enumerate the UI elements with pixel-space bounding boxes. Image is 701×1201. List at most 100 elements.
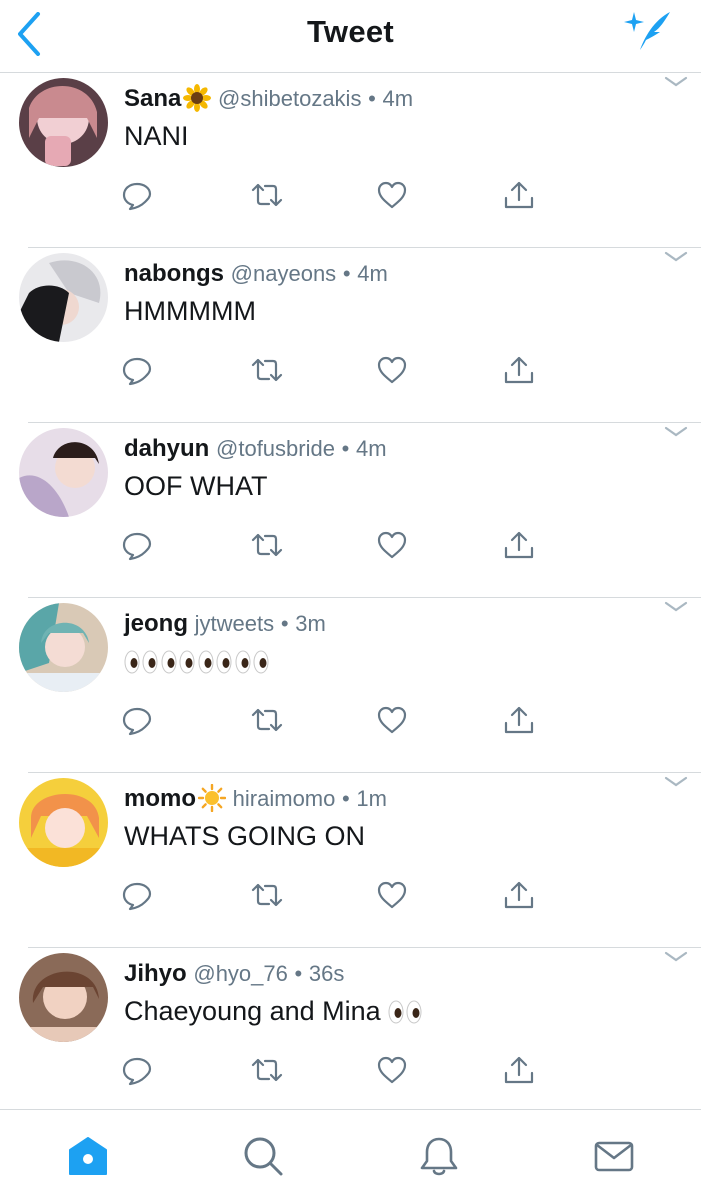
separator-dot: • xyxy=(341,436,350,461)
retweet-button[interactable] xyxy=(251,704,283,736)
timestamp: 3m xyxy=(295,611,326,636)
avatar[interactable] xyxy=(19,428,108,517)
display-name[interactable]: jeong xyxy=(124,610,188,637)
chevron-down-icon[interactable] xyxy=(664,600,688,614)
retweet-icon xyxy=(251,708,283,732)
display-name[interactable]: dahyun xyxy=(124,435,209,462)
reply-icon xyxy=(122,707,152,736)
tweet-item[interactable]: nabongs @nayeons • 4m HMMMMM xyxy=(0,248,701,423)
tweet-item[interactable]: jeong jytweets • 3m xyxy=(0,598,701,773)
retweet-icon xyxy=(251,183,283,207)
share-icon xyxy=(504,531,534,559)
user-handle[interactable]: jytweets xyxy=(195,611,274,636)
home-icon xyxy=(69,1137,107,1175)
chevron-down-icon[interactable] xyxy=(664,250,688,264)
retweet-button[interactable] xyxy=(251,529,283,561)
tweet-text: OOF WHAT xyxy=(124,471,268,501)
user-handle[interactable]: @shibetozakis xyxy=(218,86,361,111)
tab-search[interactable] xyxy=(241,1134,285,1178)
like-button[interactable] xyxy=(376,179,408,211)
sunflower-icon xyxy=(183,84,212,112)
display-name[interactable]: momo xyxy=(124,785,196,812)
reply-icon xyxy=(122,357,152,386)
chevron-down-icon[interactable] xyxy=(664,75,688,89)
like-button[interactable] xyxy=(376,1054,408,1086)
tweet-header: dahyun @tofusbride • 4m xyxy=(124,433,387,465)
like-button[interactable] xyxy=(376,354,408,386)
avatar[interactable] xyxy=(19,603,108,692)
display-name[interactable]: Jihyo xyxy=(124,960,187,987)
like-icon xyxy=(377,1056,407,1084)
display-name[interactable]: Sana xyxy=(124,85,181,112)
share-button[interactable] xyxy=(503,879,535,911)
tweet-header: momo hiraimomo • 1m xyxy=(124,783,387,815)
tweet-actions xyxy=(0,523,701,567)
retweet-button[interactable] xyxy=(251,1054,283,1086)
avatar[interactable] xyxy=(19,953,108,1042)
share-icon xyxy=(504,881,534,909)
user-handle[interactable]: @tofusbride xyxy=(216,436,335,461)
avatar[interactable] xyxy=(19,778,108,867)
tab-notifications[interactable] xyxy=(417,1134,461,1178)
sun-icon xyxy=(198,784,226,812)
share-button[interactable] xyxy=(503,179,535,211)
like-button[interactable] xyxy=(376,879,408,911)
tweet-text: WHATS GOING ON xyxy=(124,821,365,851)
compose-button[interactable] xyxy=(620,6,676,54)
tweet-actions xyxy=(0,698,701,742)
retweet-icon xyxy=(251,533,283,557)
eyes-emoji-icon xyxy=(388,1000,422,1024)
reply-button[interactable] xyxy=(121,529,153,561)
timestamp: 4m xyxy=(356,436,387,461)
chevron-down-icon[interactable] xyxy=(664,950,688,964)
tweet-item[interactable]: Sana @shibetozakis • 4m NANI xyxy=(0,73,701,248)
tweet-text: HMMMMM xyxy=(124,296,256,326)
share-button[interactable] xyxy=(503,354,535,386)
page-title: Tweet xyxy=(306,14,395,49)
like-button[interactable] xyxy=(376,529,408,561)
reply-icon xyxy=(122,882,152,911)
reply-button[interactable] xyxy=(121,1054,153,1086)
user-handle[interactable]: hiraimomo xyxy=(233,786,336,811)
reply-icon xyxy=(122,182,152,211)
tweet-item[interactable]: Jihyo @hyo_76 • 36s Chaeyoung and Mina xyxy=(0,948,701,1123)
share-button[interactable] xyxy=(503,704,535,736)
user-handle[interactable]: @nayeons xyxy=(231,261,337,286)
tweet-actions xyxy=(0,873,701,917)
tweet-item[interactable]: dahyun @tofusbride • 4m OOF WHAT xyxy=(0,423,701,598)
share-button[interactable] xyxy=(503,529,535,561)
like-icon xyxy=(377,706,407,734)
retweet-button[interactable] xyxy=(251,354,283,386)
tweet-actions xyxy=(0,173,701,217)
chevron-down-icon[interactable] xyxy=(664,775,688,789)
timestamp: 1m xyxy=(356,786,387,811)
reply-button[interactable] xyxy=(121,354,153,386)
reply-icon xyxy=(122,1057,152,1086)
bottom-tab-bar xyxy=(0,1109,701,1201)
search-icon xyxy=(244,1137,283,1176)
reply-button[interactable] xyxy=(121,179,153,211)
compose-sparkle-quill-icon xyxy=(624,12,670,50)
like-button[interactable] xyxy=(376,704,408,736)
retweet-button[interactable] xyxy=(251,179,283,211)
separator-dot: • xyxy=(342,261,351,286)
separator-dot: • xyxy=(368,86,376,111)
retweet-icon xyxy=(251,883,283,907)
separator-dot: • xyxy=(294,961,303,986)
share-button[interactable] xyxy=(503,1054,535,1086)
eyes-emoji-icon xyxy=(124,650,269,674)
share-icon xyxy=(504,181,534,209)
user-handle[interactable]: @hyo_76 xyxy=(193,961,288,986)
retweet-button[interactable] xyxy=(251,879,283,911)
display-name[interactable]: nabongs xyxy=(124,260,224,287)
avatar[interactable] xyxy=(19,78,108,167)
avatar[interactable] xyxy=(19,253,108,342)
reply-button[interactable] xyxy=(121,879,153,911)
tab-home[interactable] xyxy=(66,1134,110,1178)
tweet-item[interactable]: momo hiraimomo • 1m WHATS GOING ON xyxy=(0,773,701,948)
tweet-header: nabongs @nayeons • 4m xyxy=(124,258,388,290)
chevron-down-icon[interactable] xyxy=(664,425,688,439)
tab-messages[interactable] xyxy=(592,1134,636,1178)
share-icon xyxy=(504,706,534,734)
reply-button[interactable] xyxy=(121,704,153,736)
